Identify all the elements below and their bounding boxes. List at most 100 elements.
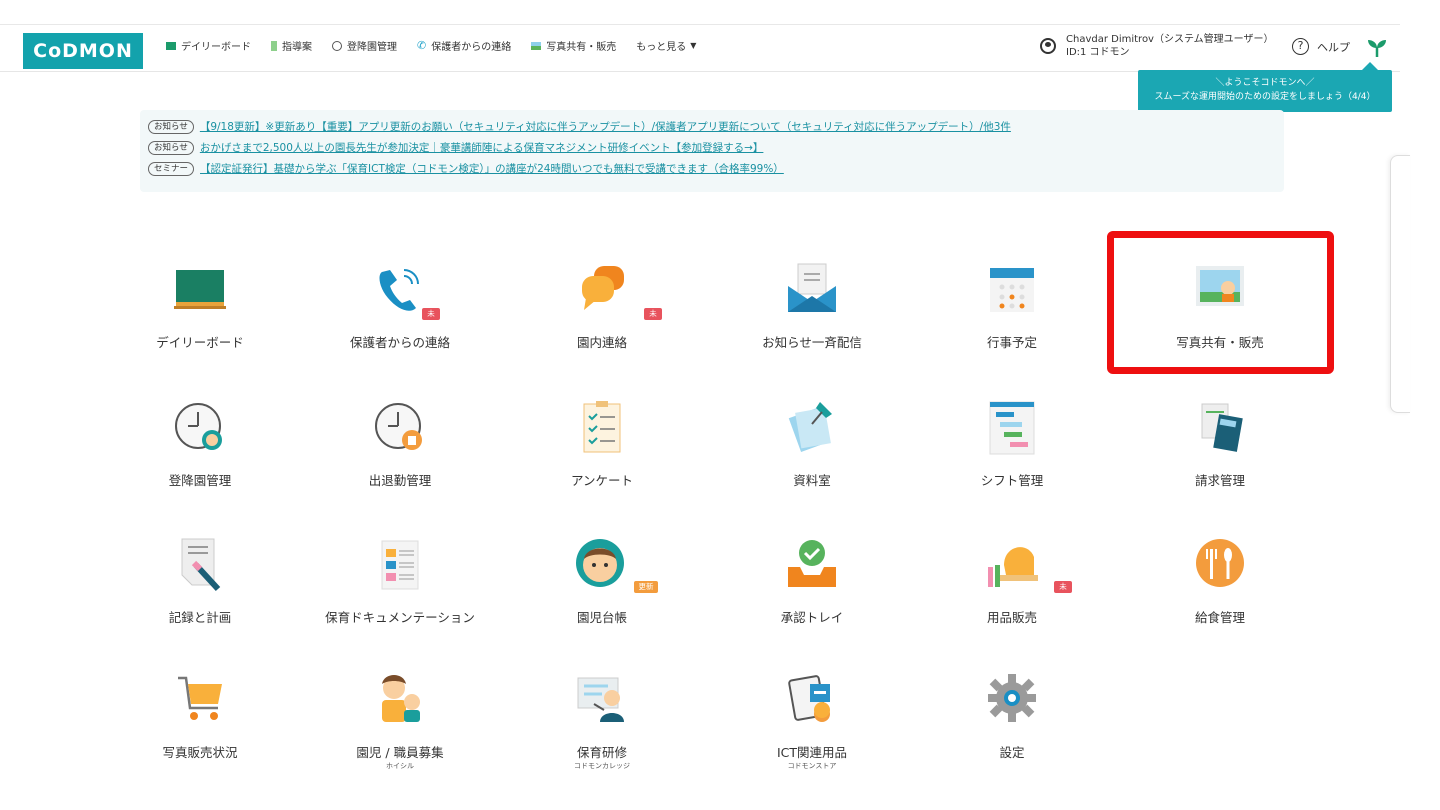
photo-icon bbox=[531, 41, 542, 50]
question-icon: ? bbox=[1292, 38, 1309, 55]
notice-badge: お知らせ bbox=[148, 140, 194, 155]
tile-approval[interactable]: 承認トレイ bbox=[722, 535, 902, 645]
cart-icon bbox=[178, 676, 222, 720]
phone-icon: ✆ bbox=[417, 39, 427, 52]
tile-label: 園児 / 職員募集 bbox=[356, 745, 444, 760]
user-name: Chavdar Dimitrov（システム管理ユーザー） bbox=[1066, 34, 1274, 45]
logo-text: CoDMON bbox=[33, 40, 133, 62]
nav-label: デイリーボード bbox=[181, 42, 251, 53]
document-icon bbox=[271, 40, 277, 51]
clock-id-icon bbox=[375, 403, 422, 450]
tile-sublabel: コドモンストア bbox=[787, 762, 837, 770]
tile-records[interactable]: 記録と計画 bbox=[110, 535, 290, 645]
documents-pin-icon bbox=[788, 402, 832, 453]
nav-more[interactable]: もっと見る ▼ bbox=[636, 38, 696, 53]
tile-training[interactable]: 保育研修 コドモンカレッジ bbox=[512, 670, 692, 780]
tile-documentation[interactable]: 保育ドキュメンテーション bbox=[310, 535, 490, 645]
phone-icon bbox=[379, 269, 419, 311]
caret-down-icon: ▼ bbox=[690, 41, 697, 50]
divider bbox=[0, 24, 1400, 25]
nav-label: 指導案 bbox=[282, 42, 312, 53]
tile-sublabel: コドモンカレッジ bbox=[574, 762, 630, 770]
nav-guidance-plan[interactable]: 指導案 bbox=[271, 38, 312, 53]
tile-label: 用品販売 bbox=[986, 610, 1037, 625]
tile-label: 記録と計画 bbox=[168, 610, 232, 625]
tile-billing[interactable]: 請求管理 bbox=[1130, 398, 1310, 508]
blackboard-icon bbox=[174, 270, 226, 309]
tile-label: 給食管理 bbox=[1194, 610, 1245, 625]
tile-events[interactable]: 行事予定 bbox=[922, 260, 1102, 370]
help-label: ヘルプ bbox=[1317, 40, 1350, 54]
tile-meals[interactable]: 給食管理 bbox=[1130, 535, 1310, 645]
nav-parent-contact[interactable]: ✆ 保護者からの連絡 bbox=[417, 38, 511, 53]
help-button[interactable]: ? ヘルプ bbox=[1292, 38, 1350, 55]
notice-badge: お知らせ bbox=[148, 119, 194, 134]
chat-bubbles-icon bbox=[582, 266, 624, 310]
side-panel-edge[interactable] bbox=[1390, 155, 1410, 413]
codmon-logo[interactable]: CoDMON bbox=[23, 33, 143, 69]
documentation-icon bbox=[381, 540, 419, 590]
tile-parent-contact[interactable]: 未 保護者からの連絡 bbox=[310, 260, 490, 370]
tile-attendance[interactable]: 登降園管理 bbox=[110, 398, 290, 508]
user-info: Chavdar Dimitrov（システム管理ユーザー） ID:1 コドモン bbox=[1066, 33, 1273, 59]
tile-label: 登降園管理 bbox=[168, 473, 232, 488]
tile-label: 保育ドキュメンテーション bbox=[325, 610, 475, 625]
tile-label: デイリーボード bbox=[156, 335, 244, 350]
tile-shift[interactable]: シフト管理 bbox=[922, 398, 1102, 508]
hat-crayons-icon bbox=[988, 547, 1038, 587]
tile-goods-sales[interactable]: 未 用品販売 bbox=[922, 535, 1102, 645]
main-nav: デイリーボード 指導案 登降園管理 ✆ 保護者からの連絡 写真共有・販売 もっと… bbox=[166, 38, 716, 53]
tile-library[interactable]: 資料室 bbox=[722, 398, 902, 508]
tile-label: 行事予定 bbox=[986, 335, 1037, 350]
notice-row: お知らせ おかげさまで2,500人以上の園長先生が参加決定｜豪華講師陣による保育… bbox=[148, 137, 1284, 158]
tile-staff-attendance[interactable]: 出退勤管理 bbox=[310, 398, 490, 508]
shift-chart-icon bbox=[989, 401, 1035, 455]
welcome-tooltip[interactable]: ＼ようこそコドモンへ／ スムーズな運用開始のための設定をしましょう（4/4） bbox=[1138, 62, 1392, 112]
tile-broadcast[interactable]: お知らせ一斉配信 bbox=[722, 260, 902, 370]
tile-label: ICT関連用品 bbox=[776, 745, 848, 760]
nav-daily-board[interactable]: デイリーボード bbox=[166, 38, 251, 53]
tooltip-line2: スムーズな運用開始のための設定をしましょう（4/4） bbox=[1154, 92, 1376, 102]
tile-photo-sales-status[interactable]: 写真販売状況 bbox=[110, 670, 290, 780]
tile-label: アンケート bbox=[570, 473, 633, 488]
user-menu[interactable]: Chavdar Dimitrov（システム管理ユーザー） ID:1 コドモン bbox=[1040, 33, 1273, 59]
unread-tag: 未 bbox=[1054, 581, 1072, 593]
tile-ict-store[interactable]: ICT関連用品 コドモンストア bbox=[722, 670, 902, 780]
tile-label: 写真販売状況 bbox=[162, 745, 238, 760]
tile-label: 請求管理 bbox=[1194, 473, 1245, 488]
tile-label: 出退勤管理 bbox=[368, 473, 432, 488]
top-header: CoDMON デイリーボード 指導案 登降園管理 ✆ 保護者からの連絡 写真共有… bbox=[0, 0, 1400, 72]
nav-photo-share[interactable]: 写真共有・販売 bbox=[531, 38, 616, 53]
tile-label: 園内連絡 bbox=[576, 335, 627, 350]
seminar-badge: セミナー bbox=[148, 161, 195, 176]
notice-row: お知らせ 【9/18更新】※更新あり【重要】アプリ更新のお願い（セキュリティ対応… bbox=[148, 116, 1284, 137]
tile-recruit[interactable]: 園児 / 職員募集 ホイシル bbox=[310, 670, 490, 780]
people-icon bbox=[382, 675, 420, 722]
nav-attendance[interactable]: 登降園管理 bbox=[332, 38, 397, 53]
clock-icon bbox=[332, 40, 342, 51]
calculator-icon bbox=[1201, 403, 1243, 452]
tile-internal-contact[interactable]: 未 園内連絡 bbox=[512, 260, 692, 370]
nav-label: もっと見る bbox=[636, 42, 687, 53]
unread-tag: 未 bbox=[644, 308, 662, 320]
tile-daily-board[interactable]: デイリーボード bbox=[110, 260, 290, 370]
notice-box: お知らせ 【9/18更新】※更新あり【重要】アプリ更新のお願い（セキュリティ対応… bbox=[140, 110, 1284, 192]
notice-link[interactable]: おかげさまで2,500人以上の園長先生が参加決定｜豪華講師陣による保育マネジメン… bbox=[200, 140, 764, 155]
tile-settings[interactable]: 設定 bbox=[922, 670, 1102, 780]
notebook-pen-icon bbox=[181, 538, 221, 592]
envelope-icon bbox=[788, 263, 836, 312]
tile-children-register[interactable]: 更新 園児台帳 bbox=[512, 535, 692, 645]
tile-label: お知らせ一斉配信 bbox=[762, 335, 862, 350]
notice-link[interactable]: 【9/18更新】※更新あり【重要】アプリ更新のお願い（セキュリティ対応に伴うアッ… bbox=[200, 119, 1011, 134]
tile-label: 園児台帳 bbox=[576, 610, 627, 625]
sprout-icon[interactable] bbox=[1366, 36, 1388, 58]
clipboard-icon bbox=[583, 401, 621, 453]
board-icon bbox=[166, 41, 176, 50]
tooltip-line1: ＼ようこそコドモンへ／ bbox=[1215, 78, 1315, 88]
tile-survey[interactable]: アンケート bbox=[512, 398, 692, 508]
calendar-icon bbox=[990, 268, 1034, 312]
notice-link[interactable]: 【認定証発行】基礎から学ぶ「保育ICT検定（コドモン検定）」の講座が24時間いつ… bbox=[200, 161, 784, 176]
child-face-icon bbox=[576, 539, 624, 587]
clock-child-icon bbox=[175, 403, 222, 450]
updated-tag: 更新 bbox=[634, 581, 658, 593]
